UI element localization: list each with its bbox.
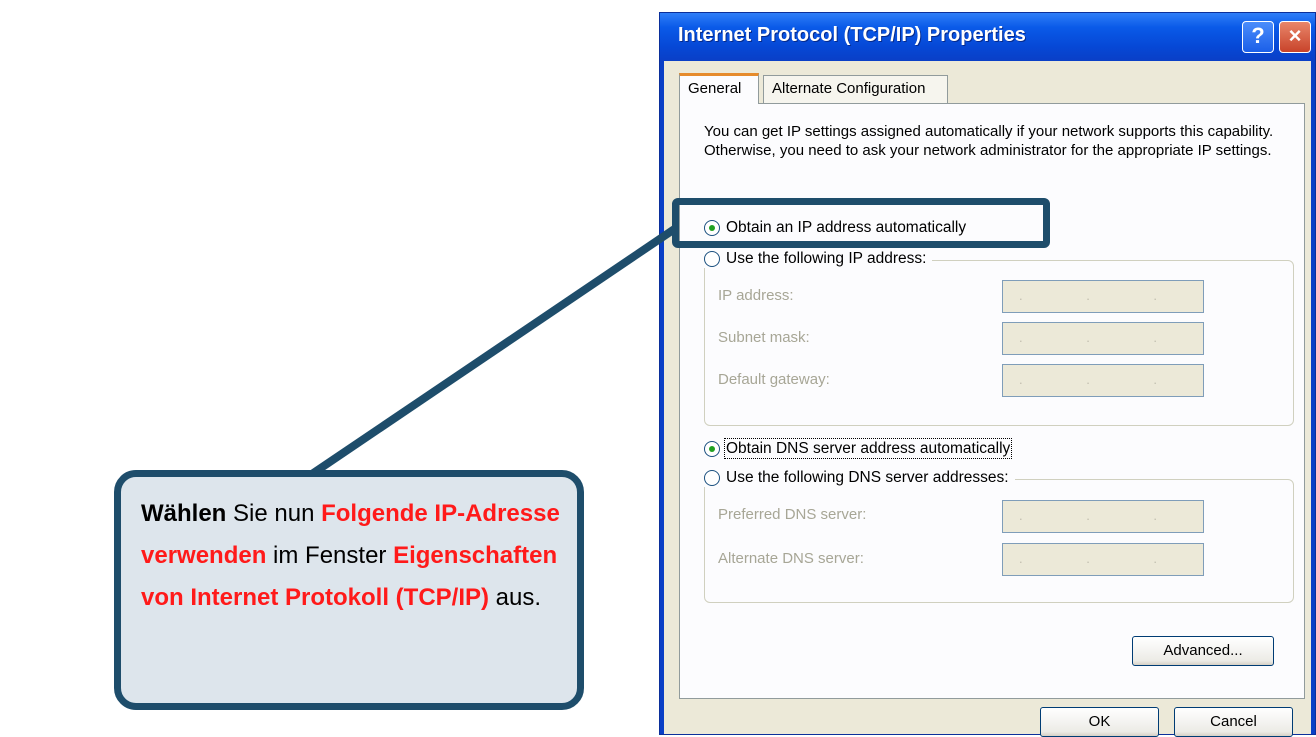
highlight-frame [672,198,1050,248]
callout-part-6: aus. [489,584,542,611]
callout-part-2: Sie nun [226,500,322,527]
callout-part-1: Wählen [141,500,227,527]
instruction-callout: Wählen Sie nun Folgende IP-Adresse verwe… [114,470,584,710]
callout-part-4: im Fenster [266,542,394,569]
tab-general[interactable]: General [679,73,759,104]
callout-text: Wählen Sie nun Folgende IP-Adresse verwe… [141,493,581,619]
